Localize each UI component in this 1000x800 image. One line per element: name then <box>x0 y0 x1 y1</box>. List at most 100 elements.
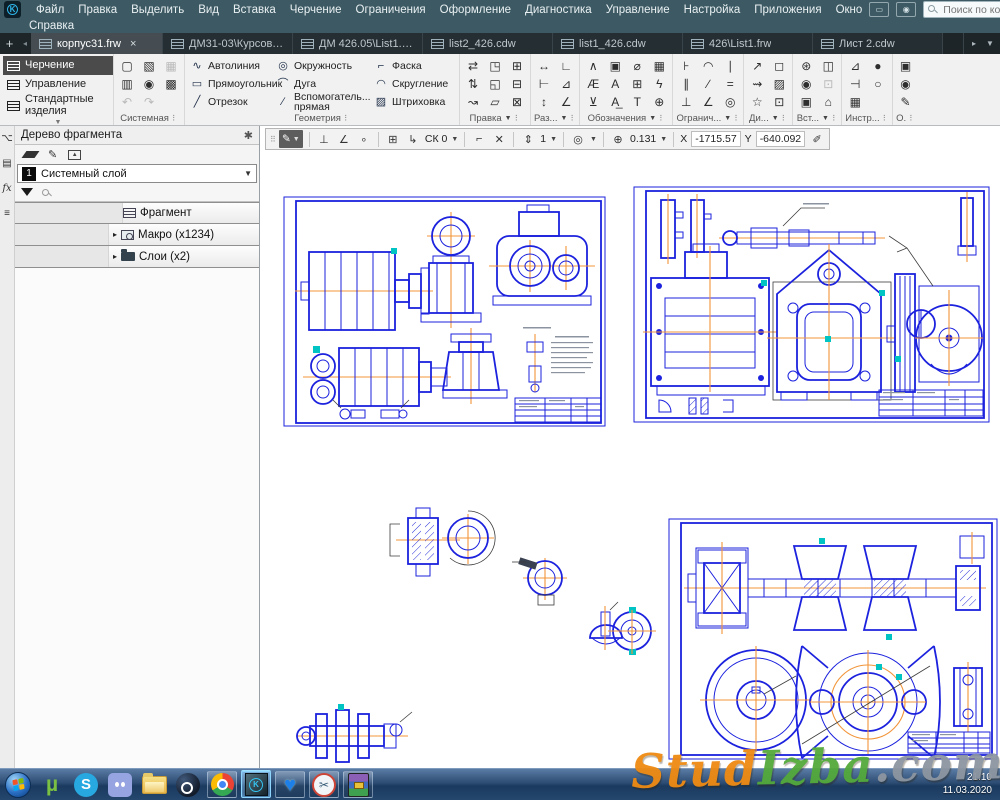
zoom-lens-icon[interactable]: ◎ <box>570 133 586 146</box>
datum-icon[interactable]: Æ <box>583 75 603 93</box>
image-icon[interactable]: ▲ <box>68 150 81 160</box>
tab-close-icon[interactable]: × <box>130 38 136 50</box>
center-mark-icon[interactable]: ⊕ <box>649 93 669 111</box>
perpendicular-icon[interactable]: ⊥ <box>676 93 696 111</box>
chevron-down-icon[interactable]: ▼ <box>550 136 557 143</box>
group-expand-icon[interactable]: ▼ <box>724 115 731 122</box>
tab-ДМ31-03\Курсовой....[interactable]: ДМ31-03\Курсовой.... <box>163 33 293 54</box>
expand-arrow-icon[interactable]: ▸ <box>109 252 121 261</box>
discord-icon[interactable] <box>105 771 135 798</box>
construction-line-tool[interactable]: ∕Вспомогатель... прямая <box>274 93 372 111</box>
sketch-tool-icon[interactable]: ⊿ <box>845 57 865 75</box>
tab-ДМ 426.05\List1.frw[interactable]: ДМ 426.05\List1.frw <box>293 33 423 54</box>
radial-dim-icon[interactable]: ⊿ <box>556 75 576 93</box>
filter-icon[interactable] <box>21 188 33 196</box>
view-arrow-icon[interactable]: ▣ <box>605 57 625 75</box>
angle-snap-icon[interactable]: ∠ <box>336 133 352 146</box>
group-expand-icon[interactable]: ▼ <box>772 115 779 122</box>
skype-icon[interactable]: S <box>71 771 101 798</box>
tab-scroll-right-icon[interactable]: ▸ <box>967 39 981 48</box>
undo-icon[interactable]: ↶ <box>117 93 137 111</box>
y-coordinate-value[interactable]: -640.092 <box>756 131 805 147</box>
tree-panel-icon[interactable]: ⌥ <box>0 130 14 146</box>
chrome-icon[interactable] <box>207 771 237 798</box>
print-preview-icon[interactable]: ◉ <box>139 75 159 93</box>
mass-icon[interactable]: ▨ <box>769 75 789 93</box>
menu-Настройка[interactable]: Настройка <box>677 4 748 16</box>
segment-tool[interactable]: ╱Отрезок <box>188 93 274 111</box>
menu-Файл[interactable]: Файл <box>29 4 71 16</box>
tab-scroll-left-icon[interactable]: ◂ <box>19 33 31 54</box>
snipping-tool-icon[interactable]: ✂ <box>309 771 339 798</box>
eyedropper-icon[interactable]: ✐ <box>809 133 825 146</box>
insert-picture-icon[interactable]: ▣ <box>796 93 816 111</box>
tree-item-Слои (x2)[interactable]: ▸Слои (x2) <box>15 246 259 268</box>
mirror-icon[interactable]: ▱ <box>485 93 505 111</box>
edit-style-icon[interactable]: ✎ <box>896 93 916 111</box>
panel-button-Стандартные изделия[interactable]: Стандартные изделия <box>3 94 113 118</box>
tab-list2_426.cdw[interactable]: list2_426.cdw <box>423 33 553 54</box>
new-tab-button[interactable]: + <box>0 33 19 54</box>
contour-tool-icon[interactable]: ○ <box>868 75 888 93</box>
scale-value[interactable]: 1 <box>540 133 546 145</box>
area-icon[interactable]: ◻ <box>769 57 789 75</box>
dock-collapse-icon[interactable]: ▼ <box>3 119 113 126</box>
parameters-panel-icon[interactable]: ▤ <box>0 155 14 171</box>
screen-view-icon[interactable]: ◉ <box>896 2 916 17</box>
rounding-icon[interactable]: ✕ <box>491 133 507 146</box>
coordinate-system-value[interactable]: СК 0 <box>425 133 447 145</box>
copy-icon[interactable]: ◳ <box>485 57 505 75</box>
steam-icon[interactable] <box>173 771 203 798</box>
menu-Черчение[interactable]: Черчение <box>283 4 349 16</box>
chevron-down-icon[interactable]: ▼ <box>451 136 458 143</box>
winrar-icon[interactable] <box>343 771 373 798</box>
menu-Выделить[interactable]: Выделить <box>124 4 191 16</box>
leader-text-icon[interactable]: А̲ <box>605 93 625 111</box>
roughness-icon[interactable]: ∧ <box>583 57 603 75</box>
chevron-down-icon[interactable]: ▼ <box>590 136 597 143</box>
panel-button-Управление[interactable]: Управление <box>3 75 113 94</box>
angular-dim-icon[interactable]: ∠ <box>556 93 576 111</box>
menu-Правка[interactable]: Правка <box>71 4 124 16</box>
tangent-icon[interactable]: ◠ <box>698 57 718 75</box>
deform-icon[interactable]: ⊠ <box>507 93 527 111</box>
diameter-mark-icon[interactable]: ⌀ <box>627 57 647 75</box>
menu-help[interactable]: Справка <box>29 20 74 32</box>
group-expand-icon[interactable]: ▼ <box>822 115 829 122</box>
edit-pen-icon[interactable]: ✎ <box>48 148 57 161</box>
deviation-icon[interactable]: ⊡ <box>769 93 789 111</box>
fix-icon[interactable]: ◎ <box>720 93 740 111</box>
tree-item-Фрагмент[interactable]: Фрагмент <box>15 202 259 224</box>
insert-fragment-icon[interactable]: ⊛ <box>796 57 816 75</box>
x-coordinate-value[interactable]: -1715.57 <box>691 131 740 147</box>
zoom-value[interactable]: 0.131 <box>630 133 656 145</box>
gear-icon[interactable]: ✱ <box>244 129 253 142</box>
collinear-icon[interactable]: ∕ <box>698 75 718 93</box>
tab-list1_426.cdw[interactable]: list1_426.cdw <box>553 33 683 54</box>
extend-icon[interactable]: ⇅ <box>463 75 483 93</box>
vertical-constraint-icon[interactable]: ∣ <box>720 57 740 75</box>
toolbar-grip[interactable]: ⠿ <box>270 135 275 144</box>
axis-tool-icon[interactable]: ⊣ <box>845 75 865 93</box>
ortho-mode-icon[interactable]: ⌐ <box>471 133 487 145</box>
menu-Вставка[interactable]: Вставка <box>226 4 283 16</box>
insert-link-icon[interactable]: ⌂ <box>818 93 838 111</box>
move-icon[interactable]: ↝ <box>463 93 483 111</box>
tab-426\List1.frw[interactable]: 426\List1.frw <box>683 33 813 54</box>
style-icon[interactable]: ◉ <box>896 75 916 93</box>
chevron-down-icon[interactable]: ▼ <box>660 136 667 143</box>
heart-app-icon[interactable]: ♥ <box>275 771 305 798</box>
new-window-icon[interactable]: ▭ <box>869 2 889 17</box>
menu-panel-icon[interactable]: ≡ <box>0 205 14 221</box>
group-expand-icon[interactable]: ▼ <box>649 115 656 122</box>
current-layer-select[interactable]: 1 Системный слой ▼ <box>17 164 257 183</box>
check-icon[interactable]: ☆ <box>747 93 767 111</box>
menu-Диагностика[interactable]: Диагностика <box>518 4 599 16</box>
drawing-sheet-1[interactable] <box>283 196 607 428</box>
group-expand-icon[interactable]: ▼ <box>560 115 567 122</box>
system-clock[interactable]: 21:10 11.03.2020 <box>943 772 1000 797</box>
redo-icon[interactable]: ↷ <box>139 93 159 111</box>
perpendicular-snap-icon[interactable]: ⊥ <box>316 133 332 146</box>
rectangle-tool[interactable]: ▭Прямоугольник <box>188 75 274 93</box>
trim-icon[interactable]: ⇄ <box>463 57 483 75</box>
